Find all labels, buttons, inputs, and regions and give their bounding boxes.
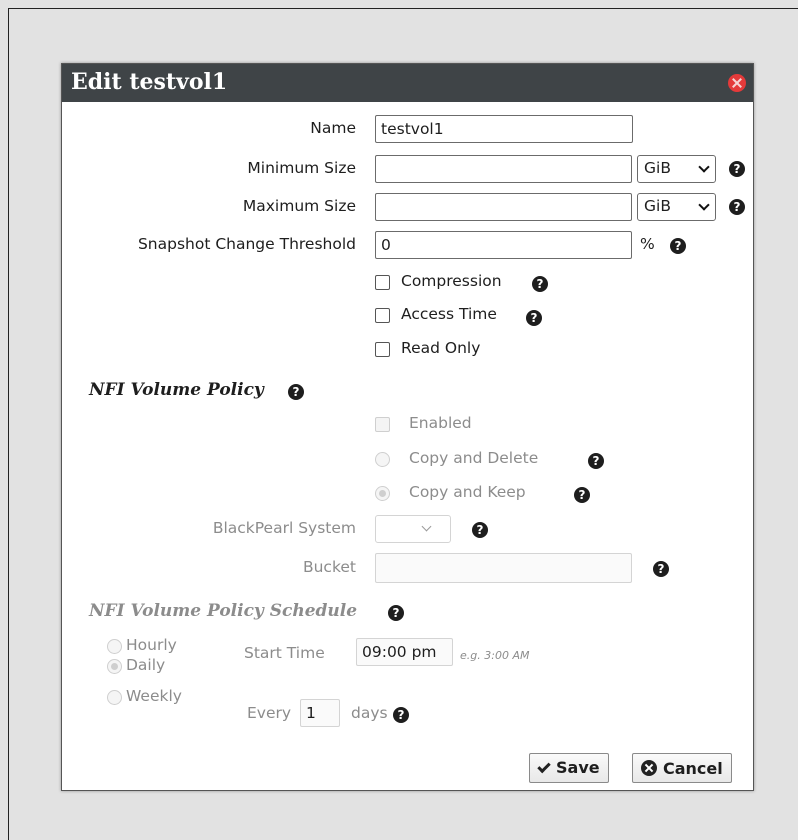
- chevron-down-icon: [698, 161, 710, 173]
- maximum-size-unit-value: GiB: [644, 197, 671, 215]
- blackpearl-system-label: BlackPearl System: [212, 519, 356, 537]
- minimum-size-help-icon[interactable]: ?: [729, 161, 745, 177]
- name-input[interactable]: [375, 115, 633, 143]
- start-time-input[interactable]: [356, 638, 453, 666]
- copy-and-delete-radio[interactable]: [375, 452, 390, 467]
- checkmark-icon: [537, 759, 551, 774]
- every-days-help-icon[interactable]: ?: [393, 707, 409, 723]
- maximum-size-input[interactable]: [375, 193, 632, 221]
- read-only-checkbox[interactable]: [375, 342, 390, 357]
- bucket-input[interactable]: [375, 553, 632, 583]
- save-button-label: Save: [556, 758, 600, 777]
- weekly-radio[interactable]: [107, 690, 122, 705]
- every-days-input[interactable]: [300, 699, 340, 727]
- access-time-checkbox[interactable]: [375, 308, 390, 323]
- daily-radio[interactable]: [107, 659, 122, 674]
- cancel-button-label: Cancel: [663, 759, 723, 778]
- name-label: Name: [310, 119, 356, 137]
- dialog-titlebar[interactable]: Edit testvol1: [62, 64, 753, 102]
- start-time-label: Start Time: [244, 644, 325, 662]
- hourly-label: Hourly: [126, 636, 177, 654]
- dialog-title: Edit testvol1: [71, 69, 228, 95]
- schedule-heading: NFI Volume Policy Schedule: [89, 601, 358, 621]
- compression-help-icon[interactable]: ?: [532, 276, 548, 292]
- minimum-size-label: Minimum Size: [247, 159, 356, 177]
- blackpearl-system-select[interactable]: [375, 515, 451, 543]
- enabled-checkbox[interactable]: [375, 417, 390, 432]
- compression-checkbox[interactable]: [375, 275, 390, 290]
- minimum-size-unit-select[interactable]: GiB: [637, 155, 716, 183]
- chevron-down-icon: [698, 199, 710, 211]
- close-icon[interactable]: [728, 74, 746, 92]
- copy-and-keep-label: Copy and Keep: [409, 483, 526, 501]
- cancel-circle-icon: [641, 760, 657, 776]
- chevron-down-icon: [421, 521, 432, 532]
- enabled-label: Enabled: [409, 414, 472, 432]
- access-time-help-icon[interactable]: ?: [526, 310, 542, 326]
- daily-label: Daily: [126, 656, 166, 674]
- copy-and-keep-radio[interactable]: [375, 486, 390, 501]
- percent-unit-label: %: [640, 235, 655, 253]
- minimum-size-input[interactable]: [375, 155, 632, 183]
- edit-volume-dialog: Edit testvol1 Name Minimum Size GiB ? Ma…: [61, 63, 754, 791]
- copy-and-delete-help-icon[interactable]: ?: [588, 453, 604, 469]
- read-only-label: Read Only: [401, 339, 481, 357]
- access-time-label: Access Time: [401, 305, 497, 323]
- maximum-size-unit-select[interactable]: GiB: [637, 193, 716, 221]
- snapshot-threshold-help-icon[interactable]: ?: [670, 238, 686, 254]
- bucket-help-icon[interactable]: ?: [653, 561, 669, 577]
- compression-label: Compression: [401, 272, 502, 290]
- days-label: days: [351, 704, 388, 722]
- blackpearl-system-help-icon[interactable]: ?: [472, 522, 488, 538]
- snapshot-threshold-label: Snapshot Change Threshold: [137, 235, 356, 253]
- bucket-label: Bucket: [302, 558, 356, 576]
- copy-and-keep-help-icon[interactable]: ?: [574, 487, 590, 503]
- schedule-help-icon[interactable]: ?: [388, 605, 404, 621]
- cancel-button[interactable]: Cancel: [632, 753, 732, 783]
- hourly-radio[interactable]: [107, 639, 122, 654]
- every-label: Every: [247, 704, 292, 722]
- start-time-hint: e.g. 3:00 AM: [460, 649, 530, 662]
- save-button[interactable]: Save: [529, 753, 609, 783]
- nfi-policy-heading: NFI Volume Policy: [89, 380, 264, 400]
- snapshot-threshold-input[interactable]: [375, 231, 632, 259]
- nfi-policy-help-icon[interactable]: ?: [288, 384, 304, 400]
- weekly-label: Weekly: [126, 687, 182, 705]
- minimum-size-unit-value: GiB: [644, 159, 671, 177]
- maximum-size-help-icon[interactable]: ?: [729, 199, 745, 215]
- maximum-size-label: Maximum Size: [242, 197, 356, 215]
- copy-and-delete-label: Copy and Delete: [409, 449, 539, 467]
